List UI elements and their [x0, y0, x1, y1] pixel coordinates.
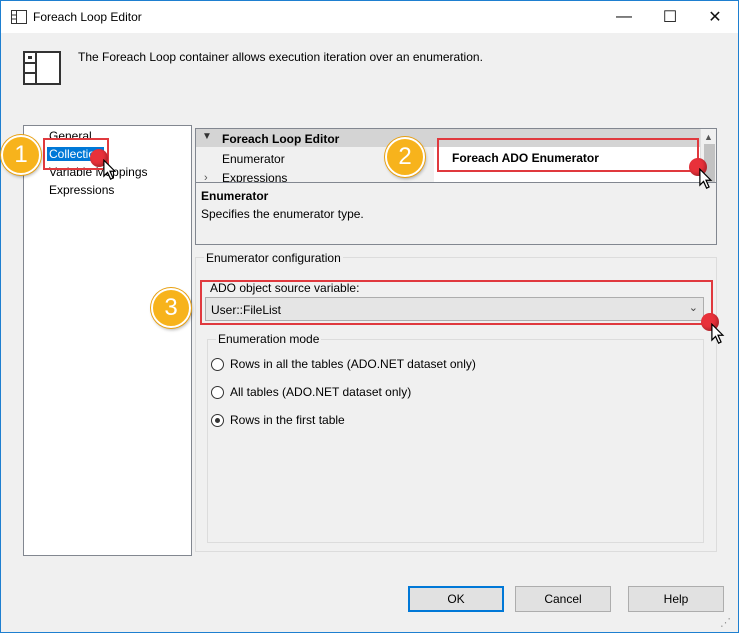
- resize-grip-icon[interactable]: ⋰: [720, 616, 731, 629]
- foreach-loop-editor-window: Foreach Loop Editor — ☐ ✕ The Foreach Lo…: [0, 0, 739, 633]
- enumeration-mode-label: Enumeration mode: [216, 332, 322, 346]
- close-icon: ✕: [708, 9, 722, 26]
- maximize-icon: ☐: [662, 9, 678, 26]
- property-description-panel: Enumerator Specifies the enumerator type…: [195, 183, 717, 245]
- radio-all-tables[interactable]: All tables (ADO.NET dataset only): [211, 385, 411, 399]
- title-bar: Foreach Loop Editor — ☐ ✕: [1, 1, 738, 33]
- enumerator-configuration-label: Enumerator configuration: [204, 251, 343, 265]
- minimize-button[interactable]: —: [601, 1, 647, 33]
- scroll-up-icon[interactable]: ▲: [704, 132, 713, 142]
- radio-label: Rows in the first table: [230, 413, 345, 427]
- close-button[interactable]: ✕: [692, 1, 738, 33]
- mouse-cursor-icon: [103, 159, 117, 180]
- radio-rows-all-tables[interactable]: Rows in all the tables (ADO.NET dataset …: [211, 357, 476, 371]
- window-title: Foreach Loop Editor: [33, 10, 142, 24]
- nav-item-expressions[interactable]: Expressions: [49, 183, 114, 197]
- step-badge-2: 2: [385, 137, 425, 177]
- foreach-container-icon: [11, 10, 27, 24]
- cancel-button[interactable]: Cancel: [515, 586, 611, 612]
- grid-row-enumerator-label[interactable]: Enumerator: [222, 152, 285, 166]
- step-badge-3: 3: [151, 288, 191, 328]
- ok-button[interactable]: OK: [408, 586, 504, 612]
- expand-icon[interactable]: ›: [204, 172, 208, 182]
- radio-button[interactable]: [211, 357, 224, 371]
- description-text: Specifies the enumerator type.: [201, 207, 364, 221]
- grid-category-label: Foreach Loop Editor: [222, 132, 340, 146]
- radio-label: All tables (ADO.NET dataset only): [230, 385, 412, 399]
- radio-label: Rows in all the tables (ADO.NET dataset …: [230, 357, 476, 371]
- highlight-box-ado-variable: [200, 280, 713, 325]
- radio-button-selected[interactable]: [211, 413, 224, 427]
- foreach-loop-icon: [23, 51, 61, 85]
- maximize-button[interactable]: ☐: [647, 1, 693, 33]
- mouse-cursor-icon: [711, 323, 725, 344]
- description-title: Enumerator: [201, 189, 269, 203]
- grid-row-expressions-label[interactable]: Expressions: [222, 171, 287, 182]
- highlight-box-enumerator: [437, 138, 699, 172]
- step-badge-1: 1: [1, 135, 41, 175]
- help-button[interactable]: Help: [628, 586, 724, 612]
- radio-button[interactable]: [211, 385, 224, 399]
- radio-rows-first-table[interactable]: Rows in the first table: [211, 413, 345, 427]
- page-navigation-list: General Collection Variable Mappings Exp…: [23, 125, 192, 556]
- header-description: The Foreach Loop container allows execut…: [78, 50, 483, 64]
- minimize-icon: —: [616, 8, 632, 25]
- mouse-cursor-icon: [699, 168, 713, 189]
- dialog-header: The Foreach Loop container allows execut…: [1, 33, 738, 93]
- collapse-icon[interactable]: ▼: [202, 131, 212, 142]
